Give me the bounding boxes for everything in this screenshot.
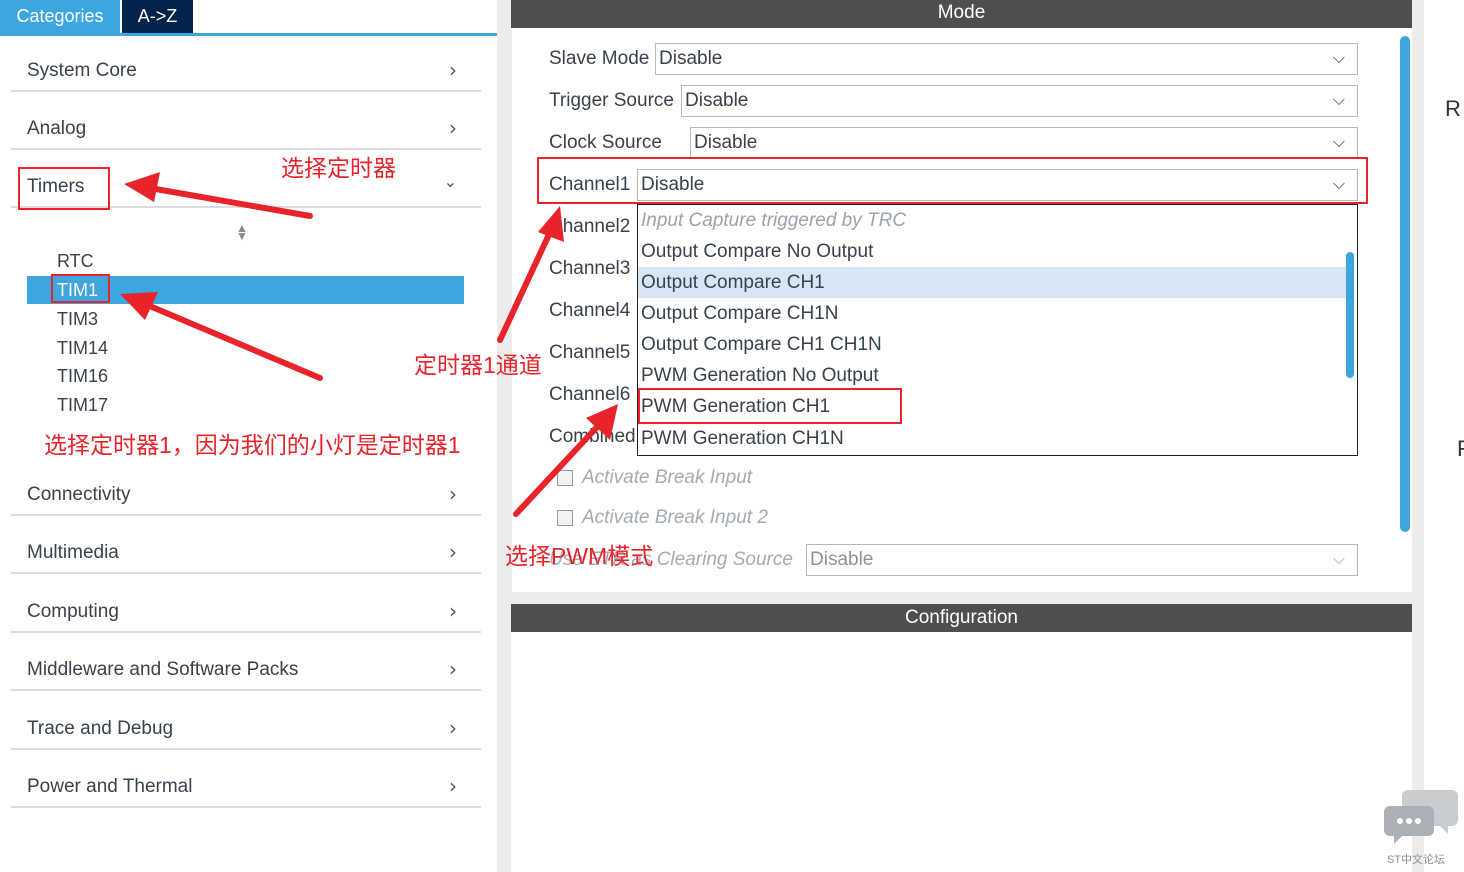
arrow-to-tim1: [142, 301, 323, 381]
watermark-logo: ST中文论坛: [1384, 786, 1458, 866]
arrow-to-channel1: [497, 225, 555, 343]
chat-bubble-icon: [1384, 790, 1458, 844]
arrow-to-pwm: [513, 423, 601, 517]
annotation-arrows: [120, 172, 618, 517]
arrow-head: [124, 172, 160, 202]
watermark-text: ST中文论坛: [1387, 854, 1446, 866]
arrow-to-timers: [147, 185, 313, 219]
arrow-head: [538, 206, 564, 242]
